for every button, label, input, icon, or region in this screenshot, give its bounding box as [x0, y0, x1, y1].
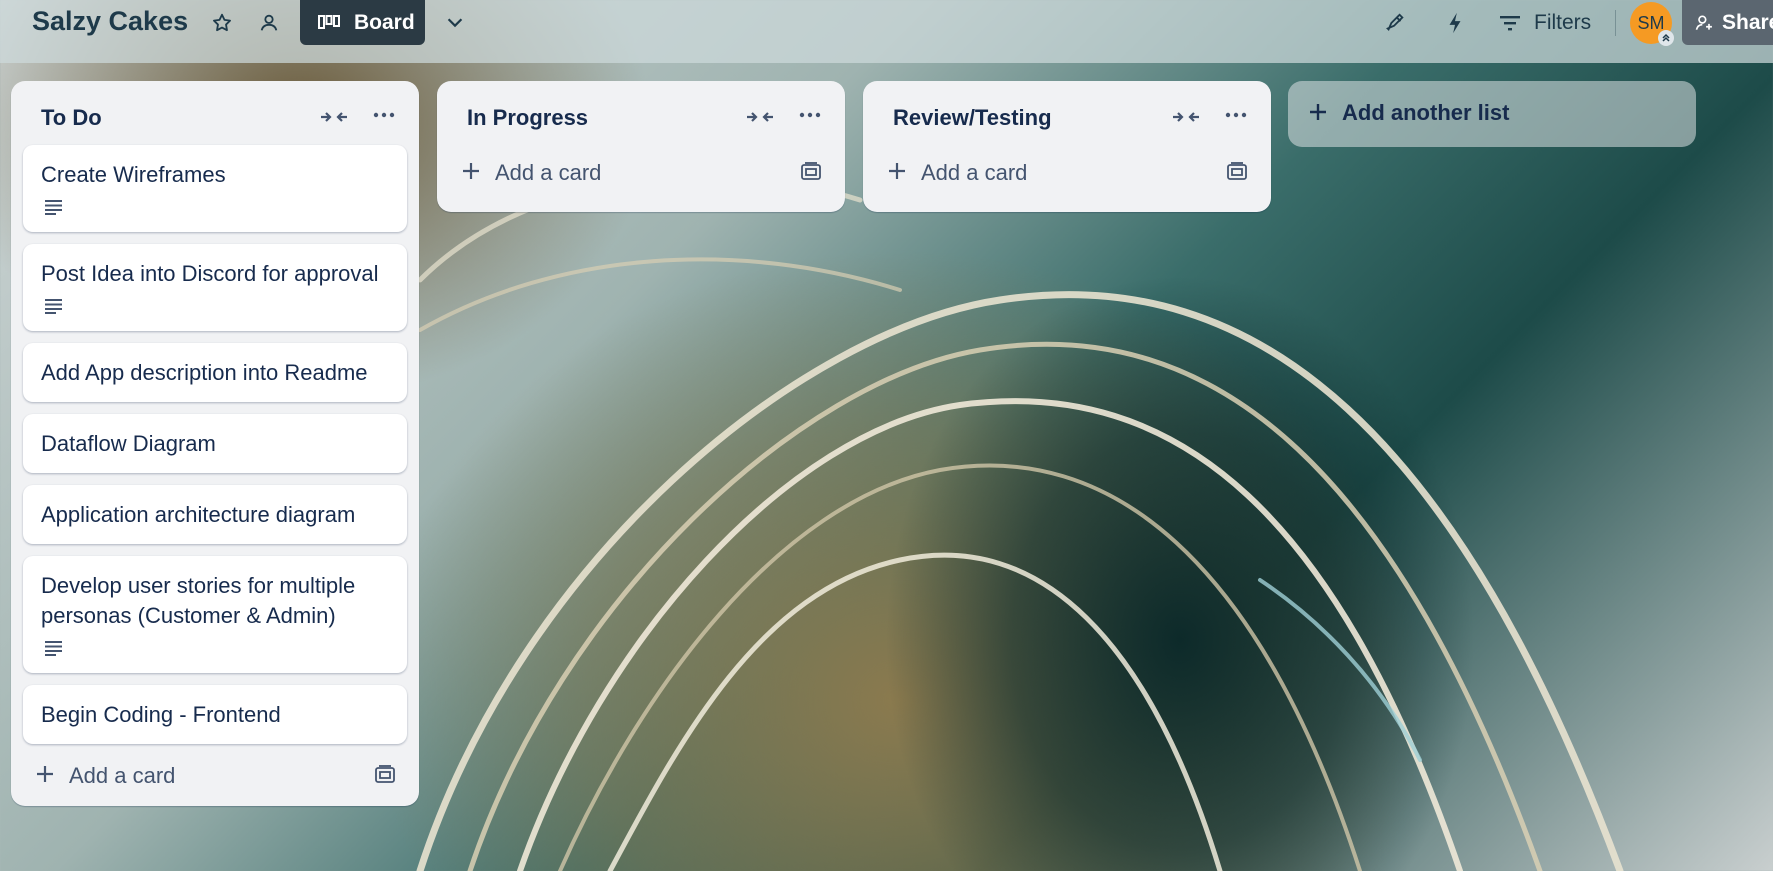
filter-icon [1500, 15, 1520, 31]
add-card-button[interactable]: Add a card [11, 748, 419, 806]
card[interactable]: Add App description into Readme [23, 343, 407, 402]
list-title[interactable]: Review/Testing [893, 105, 1052, 131]
share-person-icon [1694, 13, 1714, 33]
card-title: Post Idea into Discord for approval [41, 261, 379, 286]
list-title[interactable]: To Do [41, 105, 102, 131]
add-another-list-button[interactable]: Add another list [1288, 81, 1696, 147]
board-header: Salzy Cakes Board Filters SM Shar [0, 0, 1773, 63]
collapse-list-icon[interactable] [319, 105, 349, 129]
share-button[interactable]: Share [1682, 0, 1773, 45]
list-to-do: To Do Create Wireframes Post Idea into D… [11, 81, 419, 806]
plus-icon [1308, 102, 1328, 122]
filters-label: Filters [1534, 11, 1592, 34]
card-template-icon[interactable] [375, 765, 395, 783]
more-icon[interactable] [369, 103, 399, 127]
more-icon[interactable] [795, 103, 825, 127]
plus-icon [887, 161, 907, 181]
list-in-progress: In Progress Add a card [437, 81, 845, 212]
description-icon [41, 295, 389, 317]
add-card-label: Add a card [495, 160, 602, 185]
plus-icon [461, 161, 481, 181]
card-title: Dataflow Diagram [41, 431, 216, 456]
add-card-button[interactable]: Add a card [437, 145, 845, 203]
header-divider [1615, 10, 1616, 36]
avatar-initials: SM [1637, 12, 1665, 33]
chevron-down-icon[interactable] [440, 7, 470, 37]
board-view-button[interactable]: Board [300, 0, 425, 45]
card-title: Add App description into Readme [41, 360, 368, 385]
card-title: Create Wireframes [41, 162, 226, 187]
admin-badge-icon [1658, 30, 1674, 46]
add-card-label: Add a card [69, 763, 176, 788]
share-label: Share [1722, 10, 1773, 34]
list-review-testing: Review/Testing Add a card [863, 81, 1271, 212]
power-ups-icon[interactable] [1380, 8, 1410, 38]
list-header: In Progress [437, 81, 845, 145]
card-template-icon[interactable] [1227, 162, 1247, 180]
list-header: To Do [11, 81, 419, 145]
card[interactable]: Dataflow Diagram [23, 414, 407, 473]
add-card-label: Add a card [921, 160, 1028, 185]
more-icon[interactable] [1221, 103, 1251, 127]
list-title[interactable]: In Progress [467, 105, 588, 131]
avatar[interactable]: SM [1630, 2, 1674, 46]
card[interactable]: Develop user stories for multiple person… [23, 556, 407, 673]
card[interactable]: Application architecture diagram [23, 485, 407, 544]
card-title: Develop user stories for multiple person… [41, 573, 356, 628]
board-view-icon [318, 14, 340, 32]
workspace-visibility-icon[interactable] [254, 8, 284, 38]
card[interactable]: Create Wireframes [23, 145, 407, 232]
add-card-button[interactable]: Add a card [863, 145, 1271, 203]
collapse-list-icon[interactable] [745, 105, 775, 129]
card-title: Application architecture diagram [41, 502, 356, 527]
list-header: Review/Testing [863, 81, 1271, 145]
card-list: Create Wireframes Post Idea into Discord… [11, 145, 419, 744]
board-view-label: Board [354, 10, 415, 34]
card[interactable]: Post Idea into Discord for approval [23, 244, 407, 331]
star-icon[interactable] [207, 8, 237, 38]
card-title: Begin Coding - Frontend [41, 702, 281, 727]
collapse-list-icon[interactable] [1171, 105, 1201, 129]
board-title[interactable]: Salzy Cakes [32, 6, 188, 37]
description-icon [41, 196, 389, 218]
card-template-icon[interactable] [801, 162, 821, 180]
description-icon [41, 637, 389, 659]
automation-icon[interactable] [1440, 8, 1470, 38]
card[interactable]: Begin Coding - Frontend [23, 685, 407, 744]
filters-button[interactable]: Filters [1500, 6, 1591, 40]
plus-icon [35, 764, 55, 784]
add-another-list-label: Add another list [1342, 100, 1510, 125]
